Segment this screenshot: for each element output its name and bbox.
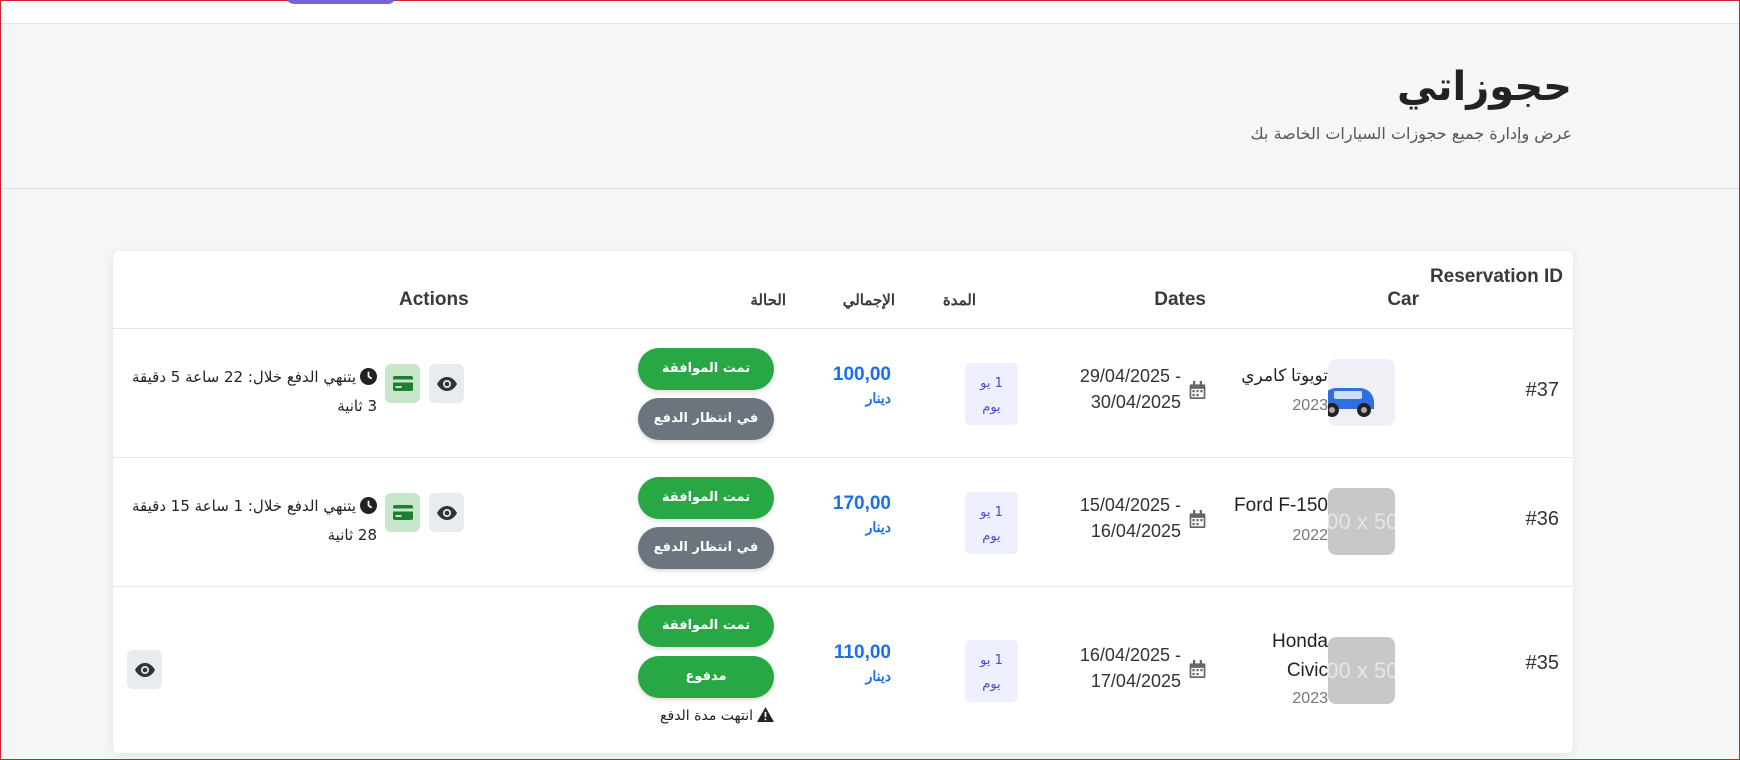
table-row: #36 300 x 500 Ford F-150 2022 15/04/2025… xyxy=(113,458,1573,587)
column-header-dates: Dates xyxy=(1154,289,1206,310)
status-approved-badge: تمت الموافقة xyxy=(638,605,774,647)
calendar-icon xyxy=(1189,510,1206,532)
duration-unit: يوم xyxy=(982,529,1001,544)
date-end: 17/04/2025 xyxy=(1090,671,1181,691)
reservations-table: Reservation ID Car Dates المدة الإجمالي … xyxy=(113,251,1573,753)
calendar-icon xyxy=(1189,381,1206,403)
car-image-placeholder: 300 x 500 xyxy=(1328,488,1395,555)
status-approved-badge: تمت الموافقة xyxy=(638,477,774,519)
duration-unit: يوم xyxy=(982,400,1001,415)
car-year: 2022 xyxy=(1292,527,1328,544)
date-start: 29/04/2025 - xyxy=(1079,366,1181,386)
payment-countdown: يتنهي الدفع خلال: 1 ساعة 15 دقيقة 28 ثان… xyxy=(127,492,377,550)
total-currency: دينار xyxy=(865,519,891,535)
table-row: #37 تويوتا كامري 2023 29/04/2025 - 30/04… xyxy=(113,329,1573,458)
status-pending-payment-badge: في انتظار الدفع xyxy=(638,398,774,440)
page-header: حجوزاتي عرض وإدارة جميع حجوزات السيارات … xyxy=(1,24,1739,189)
car-name: Honda Civic xyxy=(1272,631,1328,681)
car-year: 2023 xyxy=(1292,397,1328,414)
duration-unit: يوم xyxy=(982,677,1001,692)
total-amount: 110,00 xyxy=(833,642,891,663)
credit-card-icon xyxy=(392,376,413,391)
total-currency: دينار xyxy=(865,668,891,684)
countdown-text: يتنهي الدفع خلال: 22 ساعة 5 دقيقة 3 ثاني… xyxy=(132,368,377,415)
view-button[interactable] xyxy=(429,364,464,403)
pay-button[interactable] xyxy=(385,493,420,532)
table-header: Reservation ID Car Dates المدة الإجمالي … xyxy=(113,251,1573,329)
page-subtitle: عرض وإدارة جميع حجوزات السيارات الخاصة ب… xyxy=(1250,124,1572,143)
car-image xyxy=(1328,359,1395,426)
duration-badge: 1 يو يوم xyxy=(965,363,1018,425)
total-amount: 100,00 xyxy=(832,364,891,385)
table-row: #35 300 x 500 Honda Civic 2023 16/04/202… xyxy=(113,587,1573,753)
duration-number: 1 يو xyxy=(980,653,1003,668)
countdown-text: يتنهي الدفع خلال: 1 ساعة 15 دقيقة 28 ثان… xyxy=(132,497,377,544)
total-currency: دينار xyxy=(865,390,891,406)
status-paid-badge: مدفوع xyxy=(638,656,774,698)
total-price: 100,00 دينار xyxy=(833,364,891,407)
column-header-car: Car xyxy=(1387,289,1419,310)
car-year: 2023 xyxy=(1292,690,1328,707)
eye-icon xyxy=(436,505,457,520)
car-photo-icon xyxy=(1328,359,1381,426)
view-button[interactable] xyxy=(429,493,464,532)
navbar-accent-button[interactable] xyxy=(286,0,396,4)
pay-button[interactable] xyxy=(385,364,420,403)
date-end: 30/04/2025 xyxy=(1090,392,1181,412)
total-amount: 170,00 xyxy=(832,493,891,514)
clock-icon xyxy=(360,497,377,514)
reservation-id: #35 xyxy=(1525,652,1559,674)
view-button[interactable] xyxy=(127,650,162,689)
eye-icon xyxy=(436,376,457,391)
column-header-status: الحالة xyxy=(750,292,786,309)
reservation-id: #36 xyxy=(1525,508,1559,530)
top-navbar xyxy=(1,0,1739,24)
duration-number: 1 يو xyxy=(980,376,1003,391)
reservation-id: #37 xyxy=(1525,379,1559,401)
column-header-actions: Actions xyxy=(399,289,469,310)
payment-expired-text: انتهت مدة الدفع xyxy=(660,708,753,724)
column-header-total: الإجمالي xyxy=(842,292,895,309)
eye-icon xyxy=(134,662,155,677)
total-price: 170,00 دينار xyxy=(833,493,891,536)
date-end: 16/04/2025 xyxy=(1090,521,1181,541)
status-approved-badge: تمت الموافقة xyxy=(638,348,774,390)
column-header-duration: المدة xyxy=(942,292,976,309)
credit-card-icon xyxy=(392,505,413,520)
date-start: 16/04/2025 - xyxy=(1079,645,1181,665)
duration-number: 1 يو xyxy=(980,505,1003,520)
date-start: 15/04/2025 - xyxy=(1079,495,1181,515)
payment-expired-note: انتهت مدة الدفع xyxy=(660,707,774,724)
column-header-reservation-id: Reservation ID xyxy=(1429,266,1563,287)
warning-icon xyxy=(757,707,774,722)
car-name: تويوتا كامري xyxy=(1241,366,1328,385)
car-name: Ford F-150 xyxy=(1234,495,1328,516)
reservation-dates: 16/04/2025 - 17/04/2025 xyxy=(1080,642,1181,694)
reservation-dates: 15/04/2025 - 16/04/2025 xyxy=(1080,492,1181,544)
page-title: حجوزاتي xyxy=(1397,64,1572,110)
clock-icon xyxy=(360,368,377,385)
reservation-dates: 29/04/2025 - 30/04/2025 xyxy=(1080,363,1181,415)
total-price: 110,00 دينار xyxy=(834,642,891,685)
car-image-placeholder: 300 x 500 xyxy=(1328,637,1395,704)
status-pending-payment-badge: في انتظار الدفع xyxy=(638,527,774,569)
calendar-icon xyxy=(1189,660,1206,682)
duration-badge: 1 يو يوم xyxy=(965,640,1018,702)
payment-countdown: يتنهي الدفع خلال: 22 ساعة 5 دقيقة 3 ثاني… xyxy=(127,363,377,421)
duration-badge: 1 يو يوم xyxy=(965,492,1018,554)
